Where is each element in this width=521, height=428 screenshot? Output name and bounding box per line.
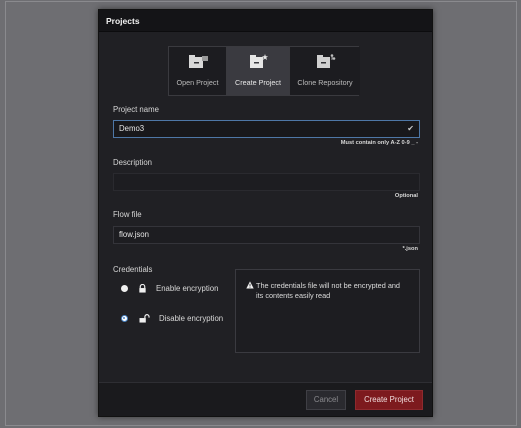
flow-file-label: Flow file [113, 210, 142, 219]
flow-file-input[interactable]: flow.json [113, 226, 420, 244]
create-project-button[interactable]: Create Project [355, 390, 423, 410]
credentials-warning: The credentials file will not be encrypt… [235, 269, 420, 353]
enable-encryption-option[interactable]: Enable encryption [121, 284, 218, 293]
project-name-hint: Must contain only A-Z 0-9 _ - [340, 140, 418, 146]
unlock-icon [139, 314, 150, 323]
warning-icon [246, 281, 254, 289]
projects-dialog: Projects Open Project Create Project Clo… [98, 9, 433, 417]
description-hint: Optional [394, 193, 418, 199]
project-name-label: Project name [113, 105, 159, 114]
checkmark-icon: ✔ [407, 124, 414, 133]
folder-open-icon [188, 55, 208, 68]
project-name-value: Demo3 [119, 124, 145, 133]
folder-plus-icon [250, 54, 268, 68]
tab-label: Clone Repository [297, 78, 353, 87]
tab-label: Open Project [176, 78, 219, 87]
tab-open-project[interactable]: Open Project [169, 47, 227, 95]
flow-file-value: flow.json [119, 230, 149, 239]
disable-encryption-label: Disable encryption [159, 314, 224, 323]
project-name-input[interactable]: Demo3 ✔ [113, 120, 420, 138]
enable-encryption-radio[interactable] [121, 285, 128, 292]
enable-encryption-label: Enable encryption [156, 284, 219, 293]
cancel-button[interactable]: Cancel [306, 390, 346, 410]
disable-encryption-option[interactable]: Disable encryption [121, 314, 223, 323]
tab-create-project[interactable]: Create Project [227, 47, 290, 95]
flow-file-hint: *.json [402, 246, 419, 252]
lock-icon [139, 284, 146, 293]
tab-clone-repository[interactable]: Clone Repository [290, 47, 360, 95]
warning-text: The credentials file will not be encrypt… [256, 281, 400, 300]
dialog-footer: Cancel Create Project [99, 382, 432, 416]
disable-encryption-radio[interactable] [121, 315, 128, 322]
folder-git-icon [317, 54, 336, 68]
dialog-title: Projects [99, 10, 432, 32]
tab-label: Create Project [235, 78, 281, 87]
project-tabs: Open Project Create Project Clone Reposi… [168, 46, 360, 96]
credentials-label: Credentials [113, 265, 153, 274]
description-input[interactable] [113, 173, 420, 191]
description-label: Description [113, 158, 152, 167]
